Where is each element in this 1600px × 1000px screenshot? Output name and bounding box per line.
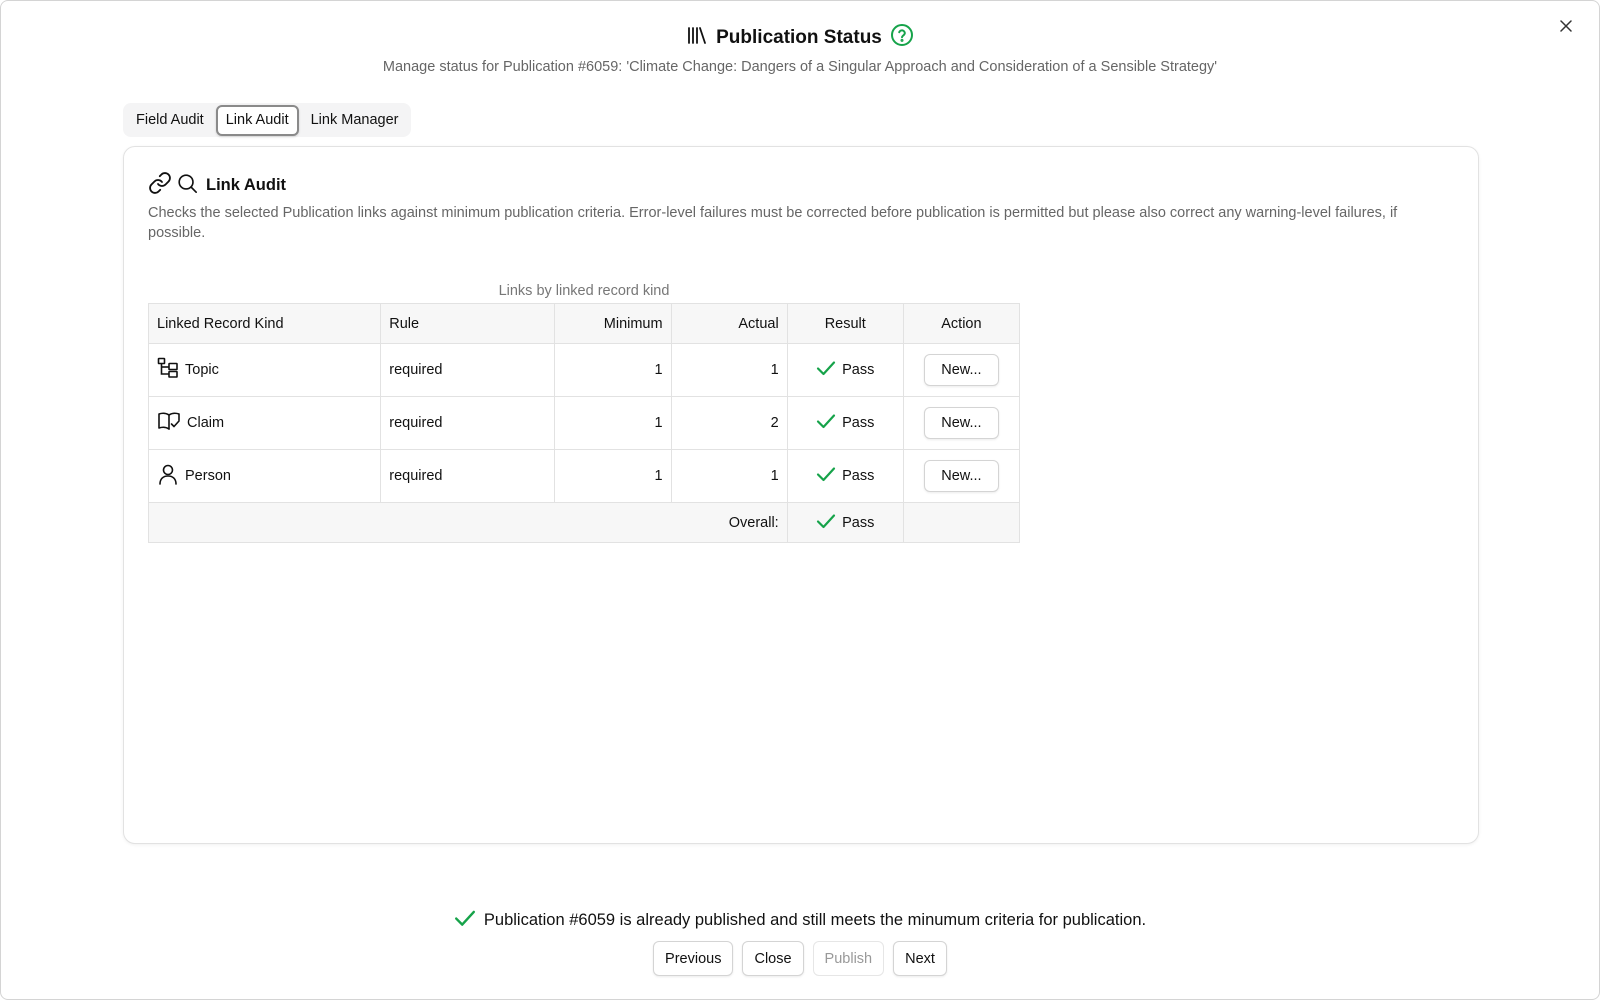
kind-cell: Claim [147, 396, 382, 450]
footer-buttons: Previous Close Publish Next [1, 941, 1599, 976]
result-cell: Pass [786, 449, 904, 503]
tab-field-audit[interactable]: Field Audit [126, 105, 214, 136]
check-icon [816, 466, 836, 486]
check-icon [816, 413, 836, 433]
action-cell: New... [902, 449, 1021, 503]
panel-title-text: Link Audit [206, 176, 287, 194]
dialog-header: Publication Status [1, 23, 1599, 52]
overall-action-cell [902, 502, 1021, 543]
actual-cell: 1 [670, 449, 788, 503]
table-header-row: Linked Record Kind Rule Minimum Actual R… [147, 303, 1021, 344]
claim-book-icon [157, 410, 181, 436]
rule-cell: required [380, 396, 556, 450]
overall-row: Overall: Pass [148, 502, 1021, 543]
new-claim-button[interactable]: New... [924, 407, 999, 439]
link-audit-panel: Link Audit Checks the selected Publicati… [123, 146, 1479, 844]
rule-cell: required [380, 343, 556, 397]
topic-tree-icon [157, 357, 179, 383]
actual-cell: 1 [670, 343, 788, 397]
action-cell: New... [902, 396, 1021, 450]
actual-cell: 2 [670, 396, 788, 450]
tab-link-audit[interactable]: Link Audit [215, 104, 299, 136]
column-header-actual: Actual [670, 303, 788, 344]
minimum-cell: 1 [554, 449, 672, 503]
minimum-cell: 1 [554, 396, 672, 450]
kind-label: Person [185, 468, 231, 484]
table-row: Person required 1 1 Pass New... [147, 449, 1021, 503]
library-icon [686, 24, 708, 51]
search-icon [176, 172, 198, 199]
table-row: Topic required 1 1 Pass New... [147, 343, 1021, 397]
close-button[interactable]: Close [742, 941, 804, 976]
kind-label: Claim [187, 415, 225, 431]
check-icon [454, 909, 476, 932]
result-cell: Pass [786, 343, 904, 397]
next-button[interactable]: Next [893, 941, 947, 976]
tab-link-manager[interactable]: Link Manager [301, 105, 409, 136]
panel-title: Link Audit [148, 171, 286, 200]
check-icon [816, 360, 836, 380]
result-label: Pass [842, 362, 875, 378]
result-cell: Pass [786, 396, 904, 450]
previous-button[interactable]: Previous [653, 941, 734, 976]
result-label: Pass [842, 468, 875, 484]
column-header-result: Result [786, 303, 904, 344]
link-audit-table: Linked Record Kind Rule Minimum Actual R… [147, 303, 1021, 543]
table-caption: Links by linked record kind [498, 283, 670, 299]
publish-button[interactable]: Publish [812, 941, 885, 976]
minimum-cell: 1 [554, 343, 672, 397]
status-message-text: Publication #6059 is already published a… [483, 911, 1147, 929]
link-icon [148, 171, 172, 200]
column-header-minimum: Minimum [554, 303, 672, 344]
action-cell: New... [902, 343, 1021, 397]
dialog-subtitle: Manage status for Publication #6059: 'Cl… [382, 59, 1218, 75]
publication-status-dialog: Publication Status Manage status for Pub… [0, 0, 1600, 1000]
overall-label: Overall: [148, 502, 788, 543]
table-row: Claim required 1 2 Pass New... [147, 396, 1021, 450]
kind-label: Topic [185, 362, 219, 378]
overall-result-label: Pass [842, 514, 875, 531]
column-header-action: Action [902, 303, 1021, 344]
column-header-rule: Rule [380, 303, 556, 344]
new-person-button[interactable]: New... [924, 460, 999, 492]
check-icon [816, 513, 836, 533]
tab-bar: Field Audit Link Audit Link Manager [123, 103, 412, 137]
rule-cell: required [380, 449, 556, 503]
overall-result-cell: Pass [786, 502, 904, 543]
column-header-kind: Linked Record Kind [147, 303, 382, 344]
kind-cell: Person [147, 449, 382, 503]
person-icon [157, 463, 179, 489]
dialog-title: Publication Status [716, 26, 882, 48]
kind-cell: Topic [147, 343, 382, 397]
panel-description: Checks the selected Publication links ag… [148, 205, 1398, 241]
result-label: Pass [842, 415, 875, 431]
status-message: Publication #6059 is already published a… [1, 909, 1599, 932]
help-icon[interactable] [890, 23, 914, 52]
new-topic-button[interactable]: New... [924, 354, 999, 386]
